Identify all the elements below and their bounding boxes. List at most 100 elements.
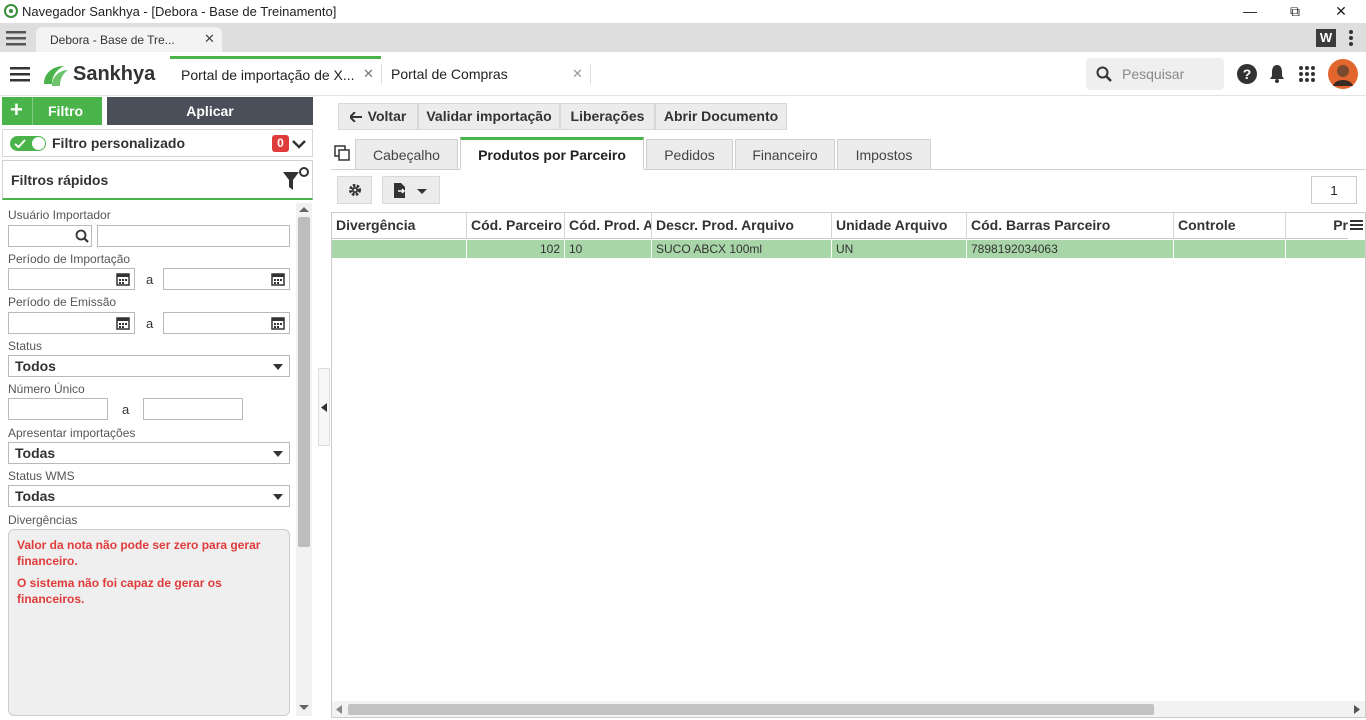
add-filter-button[interactable]: + Filtro bbox=[2, 97, 102, 125]
scrollbar-thumb[interactable] bbox=[348, 704, 1154, 715]
tab-label: Portal de Compras bbox=[391, 66, 508, 82]
scroll-left-arrow-icon[interactable] bbox=[336, 705, 343, 714]
column-header[interactable]: Pr bbox=[1286, 213, 1348, 239]
tab-close-icon[interactable]: ✕ bbox=[572, 66, 583, 82]
periodo-importacao-label: Período de Importação bbox=[8, 252, 131, 266]
grid-cell[interactable]: SUCO ABCX 100ml bbox=[652, 240, 832, 258]
apresentar-importacoes-select[interactable]: Todas bbox=[8, 442, 290, 464]
browser-tab-close-icon[interactable]: ✕ bbox=[204, 31, 215, 47]
status-wms-select[interactable]: Todas bbox=[8, 485, 290, 507]
w-extension-icon[interactable]: W bbox=[1316, 29, 1336, 47]
tab-financeiro[interactable]: Financeiro bbox=[735, 139, 835, 169]
close-window-button[interactable]: ✕ bbox=[1318, 0, 1364, 23]
periodo-emissao-label: Período de Emissão bbox=[8, 295, 117, 309]
browser-tab[interactable]: Debora - Base de Tre... ✕ bbox=[36, 27, 222, 52]
grid-settings-button[interactable] bbox=[337, 176, 372, 204]
page-number-input[interactable]: 1 bbox=[1311, 176, 1357, 204]
column-header[interactable]: Unidade Arquivo bbox=[832, 213, 967, 239]
caret-down-icon bbox=[417, 189, 427, 194]
column-header[interactable]: Cód. Parceiro bbox=[467, 213, 565, 239]
browser-menu-icon[interactable] bbox=[6, 30, 26, 46]
grid-cell[interactable]: 10 bbox=[565, 240, 652, 258]
gear-icon bbox=[349, 184, 361, 196]
column-header[interactable]: Cód. Prod. A bbox=[565, 213, 652, 239]
tab-label: Portal de importação de X... bbox=[181, 67, 355, 83]
arrow-left-icon bbox=[348, 111, 362, 124]
back-button[interactable]: Voltar bbox=[338, 103, 418, 130]
window-title: Navegador Sankhya - [Debora - Base de Tr… bbox=[22, 4, 337, 19]
calendar-icon[interactable] bbox=[271, 316, 285, 330]
kebab-menu-icon[interactable] bbox=[1348, 29, 1354, 47]
grid-cell[interactable]: 102 bbox=[467, 240, 565, 258]
column-header[interactable]: Controle bbox=[1174, 213, 1286, 239]
column-header[interactable]: Cód. Barras Parceiro bbox=[967, 213, 1174, 239]
bell-icon[interactable] bbox=[1269, 64, 1285, 83]
sankhya-logo-icon bbox=[44, 66, 68, 86]
grid-cell[interactable] bbox=[1174, 240, 1286, 258]
export-dropdown-button[interactable] bbox=[382, 176, 440, 204]
app-icon bbox=[4, 4, 18, 18]
search-input[interactable]: Pesquisar bbox=[1086, 58, 1224, 90]
tab-produtos-por-parceiro[interactable]: Produtos por Parceiro bbox=[460, 137, 644, 170]
browser-tab-label: Debora - Base de Tre... bbox=[50, 33, 175, 47]
tab-portal-importacao[interactable]: Portal de importação de X... bbox=[170, 56, 381, 92]
periodo-importacao-start-input[interactable] bbox=[8, 268, 135, 290]
periodo-emissao-start-input[interactable] bbox=[8, 312, 135, 334]
filtro-personalizado-label: Filtro personalizado bbox=[52, 135, 186, 151]
status-label: Status bbox=[8, 339, 43, 353]
open-document-button[interactable]: Abrir Documento bbox=[655, 103, 787, 130]
toggle-switch[interactable] bbox=[10, 136, 46, 151]
column-menu-icon[interactable] bbox=[1350, 219, 1363, 231]
status-select[interactable]: Todos bbox=[8, 355, 290, 377]
copy-icon[interactable] bbox=[334, 145, 350, 161]
tab-close-icon[interactable]: ✕ bbox=[363, 66, 374, 82]
minimize-button[interactable]: — bbox=[1227, 0, 1273, 23]
collapse-panel-handle[interactable] bbox=[318, 368, 330, 446]
apresentar-value: Todas bbox=[15, 445, 56, 461]
avatar[interactable] bbox=[1328, 59, 1358, 89]
tab-cabecalho[interactable]: Cabeçalho bbox=[355, 139, 458, 169]
releases-button[interactable]: Liberações bbox=[560, 103, 655, 130]
search-placeholder: Pesquisar bbox=[1122, 66, 1185, 82]
usuario-code-input[interactable] bbox=[8, 225, 92, 247]
apresentar-importacoes-label: Apresentar importações bbox=[8, 426, 136, 440]
column-header[interactable]: Divergência bbox=[332, 213, 467, 239]
grid-cell[interactable] bbox=[332, 240, 467, 258]
chevron-down-icon[interactable] bbox=[292, 139, 306, 149]
scrollbar-thumb[interactable] bbox=[298, 217, 310, 547]
help-icon[interactable]: ? bbox=[1237, 64, 1257, 84]
tab-impostos[interactable]: Impostos bbox=[837, 139, 931, 169]
grid-cell[interactable] bbox=[1286, 240, 1365, 258]
grid-cell[interactable]: 7898192034063 bbox=[967, 240, 1174, 258]
grid-cell[interactable]: UN bbox=[832, 240, 967, 258]
plus-icon: + bbox=[10, 97, 23, 122]
tab-portal-compras[interactable]: Portal de Compras bbox=[382, 56, 590, 92]
search-icon bbox=[1096, 66, 1112, 82]
usuario-importador-label: Usuário Importador bbox=[8, 208, 111, 222]
search-icon[interactable] bbox=[75, 229, 89, 243]
scroll-up-arrow-icon[interactable] bbox=[299, 206, 309, 213]
filter-settings-icon[interactable] bbox=[282, 166, 310, 194]
scroll-down-arrow-icon[interactable] bbox=[299, 704, 309, 711]
restore-button[interactable]: ⧉ bbox=[1272, 0, 1318, 23]
calendar-icon[interactable] bbox=[116, 272, 130, 286]
divergencias-box: Valor da nota não pode ser zero para ger… bbox=[8, 529, 290, 716]
periodo-importacao-end-input[interactable] bbox=[163, 268, 290, 290]
quick-filters-header: Filtros rápidos bbox=[2, 160, 313, 200]
usuario-name-input[interactable] bbox=[97, 225, 290, 247]
validate-import-button[interactable]: Validar importação bbox=[418, 103, 560, 130]
numero-unico-start-input[interactable] bbox=[8, 398, 108, 420]
periodo-emissao-end-input[interactable] bbox=[163, 312, 290, 334]
column-header[interactable]: Descr. Prod. Arquivo bbox=[652, 213, 832, 239]
range-separator: a bbox=[146, 316, 154, 331]
calendar-icon[interactable] bbox=[271, 272, 285, 286]
scroll-right-arrow-icon[interactable] bbox=[1354, 705, 1361, 714]
filtro-label: Filtro bbox=[48, 103, 83, 119]
numero-unico-end-input[interactable] bbox=[143, 398, 243, 420]
apps-grid-icon[interactable] bbox=[1298, 65, 1316, 83]
filter-count-badge: 0 bbox=[272, 135, 289, 152]
tab-pedidos[interactable]: Pedidos bbox=[646, 139, 733, 169]
hamburger-menu-icon[interactable] bbox=[10, 67, 30, 82]
apply-button[interactable]: Aplicar bbox=[107, 97, 313, 125]
calendar-icon[interactable] bbox=[116, 316, 130, 330]
